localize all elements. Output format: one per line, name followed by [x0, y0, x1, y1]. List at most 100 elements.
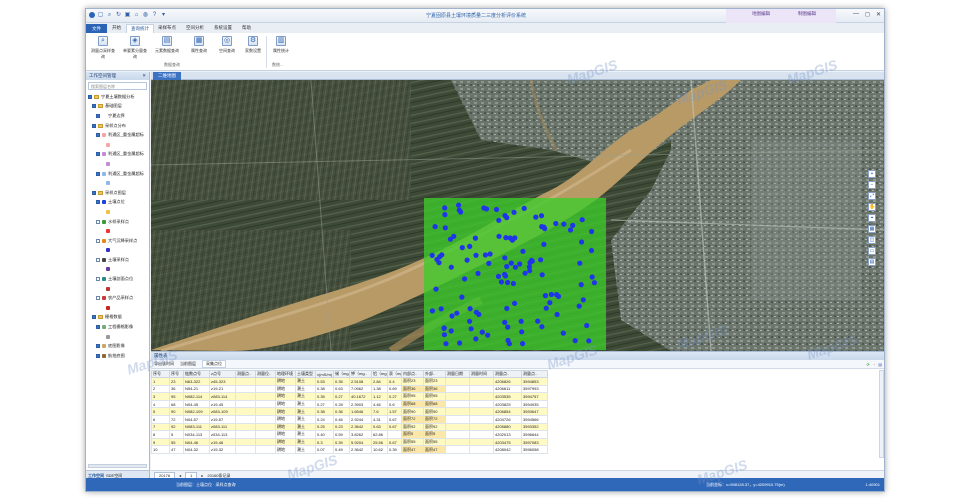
sample-point[interactable]: [547, 300, 553, 306]
tree-item[interactable]: [88, 178, 149, 188]
tree-item[interactable]: 土壤采样点: [88, 255, 149, 265]
sample-point[interactable]: [432, 224, 438, 230]
sample-point[interactable]: [486, 260, 492, 266]
sample-point[interactable]: [548, 291, 554, 298]
sample-point[interactable]: [578, 282, 584, 288]
sample-point[interactable]: [442, 212, 448, 218]
map-tool-button[interactable]: ▦: [868, 225, 876, 233]
column-header[interactable]: 测量日期: [445, 370, 470, 378]
sample-point[interactable]: [553, 220, 559, 227]
sample-point[interactable]: [533, 214, 539, 220]
attribute-query-button[interactable]: ▦ 属性查询: [186, 36, 212, 54]
sample-point[interactable]: [579, 239, 585, 245]
sample-query-button[interactable]: ⌕ 测量点采样查询: [90, 36, 116, 60]
sample-point[interactable]: [448, 264, 454, 270]
tree-item[interactable]: 栅格数据: [88, 313, 149, 323]
tab-system-settings[interactable]: 系统设置: [210, 24, 236, 32]
tree-horizontal-scrollbar[interactable]: [88, 464, 147, 468]
sample-point[interactable]: [438, 306, 444, 312]
sample-point[interactable]: [495, 273, 502, 279]
sample-point[interactable]: [554, 311, 560, 318]
sample-point[interactable]: [475, 270, 481, 276]
tree-item[interactable]: 土壤剖面点位: [88, 274, 149, 284]
sample-point[interactable]: [567, 227, 574, 233]
tab-sample-points[interactable]: 采集点位: [202, 360, 226, 368]
sample-point[interactable]: [448, 328, 454, 334]
chart-icon[interactable]: ◔: [873, 362, 875, 367]
tree-item[interactable]: 宁夏边界: [88, 111, 149, 121]
sample-point[interactable]: [496, 233, 502, 239]
layer-checkbox[interactable]: [92, 315, 96, 320]
sample-point[interactable]: [511, 209, 517, 215]
sample-point[interactable]: [512, 300, 518, 306]
sample-point[interactable]: [467, 243, 473, 249]
sample-point[interactable]: [504, 305, 510, 311]
sample-point[interactable]: [510, 280, 516, 287]
layer-checkbox[interactable]: [92, 123, 96, 128]
table-row[interactable]: 4 68 N04-45 z19-45 耕地 潮土 0.27 0.28 2.3903 4.46 0.6…: [151, 399, 548, 409]
tree-item[interactable]: 利通区_重金属超标: [88, 169, 149, 179]
sample-point[interactable]: [580, 297, 586, 303]
sample-point[interactable]: [433, 286, 439, 292]
layer-checkbox[interactable]: [96, 152, 100, 157]
tree-item[interactable]: [88, 207, 149, 217]
sample-point[interactable]: [541, 241, 547, 247]
data-query-button[interactable]: ▤ 元素数据查询: [154, 36, 180, 54]
close-button[interactable]: ✕: [876, 11, 881, 18]
sample-point[interactable]: [467, 318, 473, 324]
column-header[interactable]: v(mS/m): [315, 370, 334, 378]
sample-point[interactable]: [506, 341, 512, 347]
tab-home[interactable]: 开始: [108, 24, 125, 32]
globe-icon[interactable]: ◍: [142, 12, 149, 19]
sample-point[interactable]: [586, 338, 592, 344]
maximize-button[interactable]: ◻: [865, 11, 870, 18]
sample-point[interactable]: [482, 252, 488, 258]
tree-item[interactable]: [88, 284, 149, 294]
refresh-icon[interactable]: ⟳: [866, 362, 869, 367]
sample-point[interactable]: [464, 257, 470, 263]
sample-point[interactable]: [459, 294, 465, 300]
tab-sampling[interactable]: 采样布点: [154, 24, 180, 32]
sample-point[interactable]: [498, 279, 504, 285]
table-row[interactable]: 3 95 N082-114 z083-114 耕地 潮土 0.35 0.27 40.1672 1.…: [151, 392, 548, 401]
sample-point[interactable]: [542, 226, 548, 232]
sample-point[interactable]: [538, 257, 544, 263]
tab-query-stats[interactable]: 查询统计: [126, 24, 154, 33]
sample-point[interactable]: [473, 252, 479, 258]
layer-checkbox[interactable]: [96, 296, 100, 301]
column-header[interactable]: 锡（mg..: [333, 370, 350, 378]
tree-item[interactable]: [88, 226, 149, 236]
sample-point[interactable]: [509, 237, 515, 243]
sample-point[interactable]: [442, 205, 448, 211]
column-header[interactable]: 测量点..: [493, 370, 522, 378]
layer-checkbox[interactable]: [96, 113, 100, 118]
column-header[interactable]: 测量位..: [255, 370, 276, 378]
table-row[interactable]: 6 72 N04-57 z19-57 耕地 潮土 0.24 0.46 2.9244 4.31 0.6…: [151, 414, 548, 424]
column-header[interactable]: 汞（mg..: [387, 370, 402, 378]
sample-point[interactable]: [576, 303, 582, 309]
sample-point[interactable]: [479, 329, 485, 335]
tree-item[interactable]: 采样点分布: [88, 121, 149, 131]
search-icon[interactable]: ⌕: [106, 12, 113, 19]
column-header[interactable]: 序号: [151, 370, 170, 378]
layer-checkbox[interactable]: [96, 353, 100, 358]
sample-point[interactable]: [579, 217, 585, 223]
table-row[interactable]: 7 92 N083-111 z083-111 耕地 潮土 0.25 0.23 2.3642 0.6…: [151, 422, 548, 432]
sample-point[interactable]: [429, 308, 435, 314]
sample-point[interactable]: [467, 306, 473, 312]
column-header[interactable]: 测量点..: [235, 370, 256, 378]
refresh-icon[interactable]: ↻: [115, 12, 122, 19]
sample-point[interactable]: [577, 260, 583, 266]
column-header[interactable]: z点号: [209, 370, 236, 378]
layout-icon[interactable]: ▤: [878, 362, 882, 367]
column-header[interactable]: 测量点..: [521, 370, 548, 378]
tree-item[interactable]: 土壤点位: [88, 198, 149, 208]
column-header[interactable]: 地理环境: [275, 370, 296, 378]
sample-point[interactable]: [502, 213, 508, 219]
sample-point[interactable]: [588, 247, 595, 254]
sample-point[interactable]: [535, 318, 541, 324]
sample-point[interactable]: [520, 341, 526, 347]
table-row[interactable]: 2 36 N54-21 z19-21 耕地 潮土 0.38 0.63 7.0962 1.38 0.6…: [151, 384, 548, 394]
sample-point[interactable]: [584, 322, 590, 329]
grid-vertical-scrollbar[interactable]: [879, 370, 884, 458]
